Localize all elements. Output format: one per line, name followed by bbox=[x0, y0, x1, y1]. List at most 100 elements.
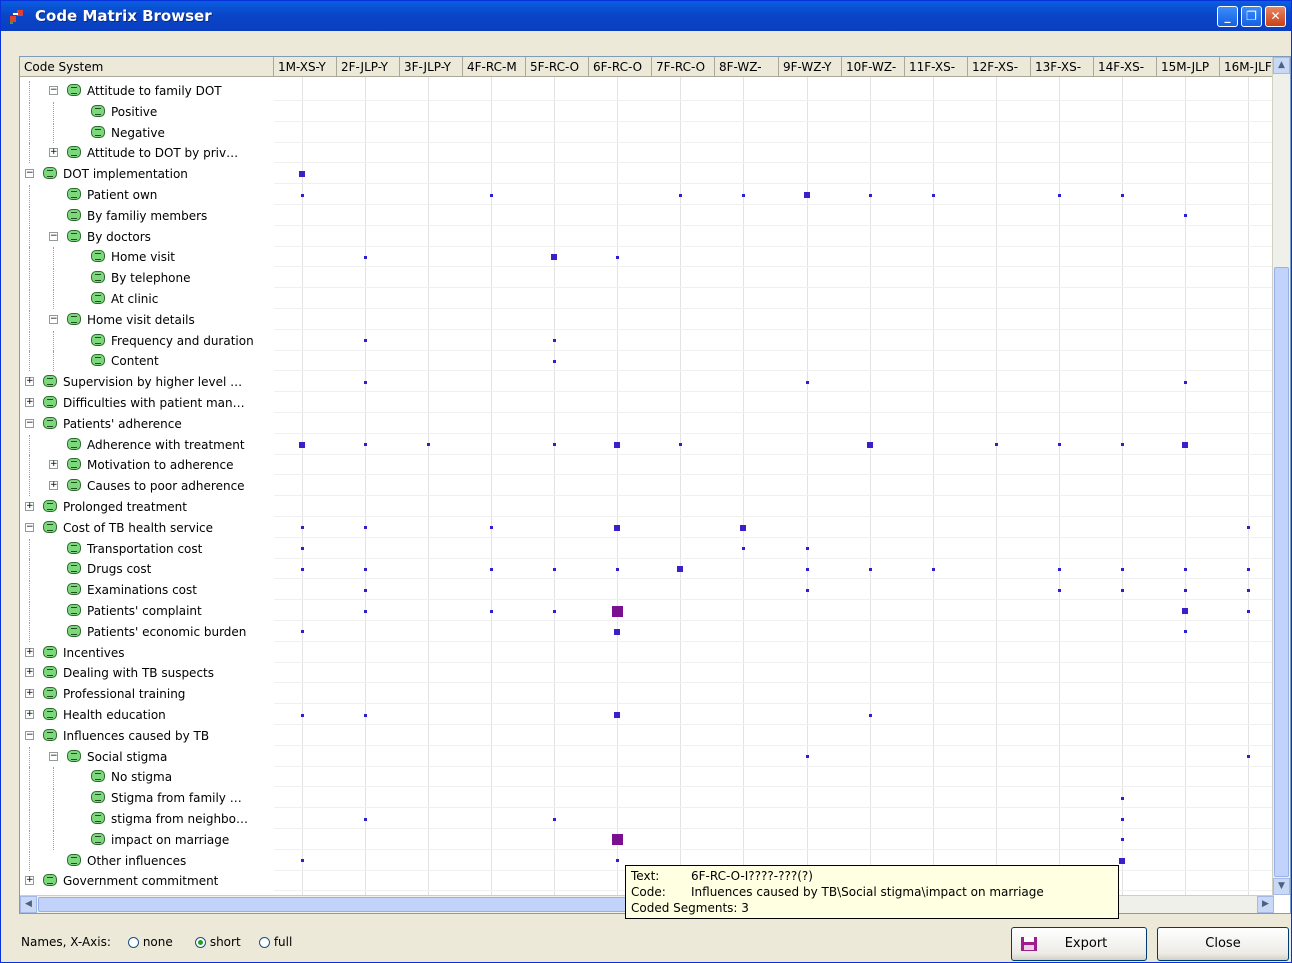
matrix-cell-marker[interactable] bbox=[301, 547, 304, 550]
matrix-cell-marker[interactable] bbox=[869, 714, 872, 717]
collapse-icon[interactable]: − bbox=[25, 731, 34, 740]
close-window-button[interactable]: ✕ bbox=[1265, 6, 1286, 27]
matrix-cell-marker[interactable] bbox=[867, 442, 873, 448]
matrix-cell-marker[interactable] bbox=[742, 547, 745, 550]
code-tree-row[interactable]: Other influences bbox=[20, 851, 274, 871]
matrix-cell-marker[interactable] bbox=[1247, 568, 1250, 571]
column-header-16[interactable]: 16M-JLF bbox=[1220, 57, 1273, 77]
matrix-cell-marker[interactable] bbox=[677, 566, 683, 572]
radio-full[interactable]: full bbox=[259, 935, 292, 949]
matrix-cell-marker[interactable] bbox=[490, 194, 493, 197]
column-header-8[interactable]: 8F-WZ- bbox=[715, 57, 779, 77]
collapse-icon[interactable]: − bbox=[49, 752, 58, 761]
matrix-cell-marker[interactable] bbox=[1058, 568, 1061, 571]
code-tree-row[interactable]: Patient own bbox=[20, 185, 274, 205]
matrix-cell-marker[interactable] bbox=[1247, 589, 1250, 592]
matrix-cell-marker[interactable] bbox=[1121, 589, 1124, 592]
vertical-scrollbar[interactable]: ▲ ▼ bbox=[1272, 57, 1290, 895]
matrix-cell-marker[interactable] bbox=[1184, 630, 1187, 633]
collapse-icon[interactable]: − bbox=[49, 232, 58, 241]
column-header-2[interactable]: 2F-JLP-Y bbox=[337, 57, 400, 77]
code-tree-row[interactable]: Adherence with treatment bbox=[20, 435, 274, 455]
matrix-cell-marker[interactable] bbox=[614, 442, 620, 448]
expand-icon[interactable]: + bbox=[25, 710, 34, 719]
code-tree-row[interactable]: stigma from neighbo… bbox=[20, 809, 274, 829]
collapse-icon[interactable]: − bbox=[25, 169, 34, 178]
matrix-cell-marker[interactable] bbox=[806, 381, 809, 384]
matrix-cell-marker[interactable] bbox=[299, 171, 305, 177]
radio-none[interactable]: none bbox=[128, 935, 173, 949]
matrix-cell-marker[interactable] bbox=[364, 381, 367, 384]
column-header-12[interactable]: 12F-XS- bbox=[968, 57, 1031, 77]
maximize-button[interactable]: ❐ bbox=[1241, 6, 1262, 27]
matrix-cell-marker[interactable] bbox=[553, 610, 556, 613]
scroll-up-arrow-icon[interactable]: ▲ bbox=[1273, 57, 1290, 74]
code-tree-row[interactable]: − Social stigma bbox=[20, 747, 274, 767]
collapse-icon[interactable]: − bbox=[49, 86, 58, 95]
code-tree-row[interactable]: + Attitude to DOT by priv… bbox=[20, 143, 274, 163]
code-tree-row[interactable]: Patients' complaint bbox=[20, 601, 274, 621]
export-button[interactable]: Export bbox=[1011, 927, 1147, 961]
expand-icon[interactable]: + bbox=[49, 460, 58, 469]
matrix-cell-marker[interactable] bbox=[1119, 858, 1125, 864]
matrix-cell-marker[interactable] bbox=[869, 568, 872, 571]
code-tree-row[interactable]: + Incentives bbox=[20, 643, 274, 663]
matrix-cell-marker[interactable] bbox=[301, 568, 304, 571]
matrix-cell-marker[interactable] bbox=[740, 525, 746, 531]
code-system-header[interactable]: Code System bbox=[20, 57, 274, 77]
code-tree-row[interactable]: Stigma from family … bbox=[20, 788, 274, 808]
collapse-icon[interactable]: − bbox=[25, 523, 34, 532]
column-header-3[interactable]: 3F-JLP-Y bbox=[400, 57, 463, 77]
matrix-cell-marker[interactable] bbox=[616, 568, 619, 571]
collapse-icon[interactable]: − bbox=[49, 315, 58, 324]
code-tree-row[interactable]: − Patients' adherence bbox=[20, 414, 274, 434]
code-tree-row[interactable]: − Attitude to family DOT bbox=[20, 81, 274, 101]
code-tree-row[interactable]: − Home visit details bbox=[20, 310, 274, 330]
collapse-icon[interactable]: − bbox=[25, 419, 34, 428]
matrix-cell-marker[interactable] bbox=[804, 192, 810, 198]
matrix-cell-marker[interactable] bbox=[364, 818, 367, 821]
matrix-cell-marker[interactable] bbox=[806, 755, 809, 758]
code-tree-row[interactable]: + Professional training bbox=[20, 684, 274, 704]
column-header-13[interactable]: 13F-XS- bbox=[1031, 57, 1094, 77]
matrix-cell-marker[interactable] bbox=[1121, 818, 1124, 821]
matrix-cell-marker[interactable] bbox=[932, 568, 935, 571]
code-tree-row[interactable]: No stigma bbox=[20, 767, 274, 787]
expand-icon[interactable]: + bbox=[49, 481, 58, 490]
column-header-10[interactable]: 10F-WZ- bbox=[842, 57, 905, 77]
column-header-1[interactable]: 1M-XS-Y bbox=[274, 57, 337, 77]
scroll-down-arrow-icon[interactable]: ▼ bbox=[1273, 878, 1290, 895]
matrix-cell-marker[interactable] bbox=[301, 714, 304, 717]
matrix-cell-marker[interactable] bbox=[1058, 443, 1061, 446]
matrix-cell-marker[interactable] bbox=[616, 859, 619, 862]
matrix-cell-marker[interactable] bbox=[1182, 442, 1188, 448]
column-header-7[interactable]: 7F-RC-O bbox=[652, 57, 715, 77]
matrix-cell-marker[interactable] bbox=[364, 589, 367, 592]
matrix-cell-marker[interactable] bbox=[301, 526, 304, 529]
matrix-cell-marker[interactable] bbox=[364, 256, 367, 259]
matrix-cell-marker[interactable] bbox=[806, 568, 809, 571]
matrix-cell-marker[interactable] bbox=[1121, 443, 1124, 446]
matrix-cell-marker[interactable] bbox=[742, 194, 745, 197]
matrix-cell-marker[interactable] bbox=[551, 254, 557, 260]
code-matrix-grid[interactable]: Code System 1M-XS-Y 2F-JLP-Y 3F-JLP-Y 4F-RC… bbox=[19, 56, 1291, 914]
horizontal-scroll-thumb[interactable] bbox=[38, 897, 718, 912]
code-tree-row[interactable]: − Cost of TB health service bbox=[20, 518, 274, 538]
expand-icon[interactable]: + bbox=[25, 502, 34, 511]
expand-icon[interactable]: + bbox=[25, 648, 34, 657]
radio-short-circle[interactable] bbox=[195, 937, 206, 948]
expand-icon[interactable]: + bbox=[25, 668, 34, 677]
matrix-cell-marker[interactable] bbox=[1184, 568, 1187, 571]
matrix-cell-marker[interactable] bbox=[1058, 194, 1061, 197]
matrix-cell-marker[interactable] bbox=[1247, 526, 1250, 529]
code-tree-row[interactable]: + Prolonged treatment bbox=[20, 497, 274, 517]
matrix-cell-marker[interactable] bbox=[490, 568, 493, 571]
code-tree-row[interactable]: + Motivation to adherence bbox=[20, 455, 274, 475]
code-tree-row[interactable]: Positive bbox=[20, 102, 274, 122]
code-tree-row[interactable]: impact on marriage bbox=[20, 830, 274, 850]
matrix-cell-marker[interactable] bbox=[1121, 797, 1124, 800]
matrix-cell-marker[interactable] bbox=[490, 526, 493, 529]
matrix-cell-marker[interactable] bbox=[614, 629, 620, 635]
matrix-cell-marker[interactable] bbox=[553, 818, 556, 821]
matrix-cell-marker[interactable] bbox=[1184, 589, 1187, 592]
